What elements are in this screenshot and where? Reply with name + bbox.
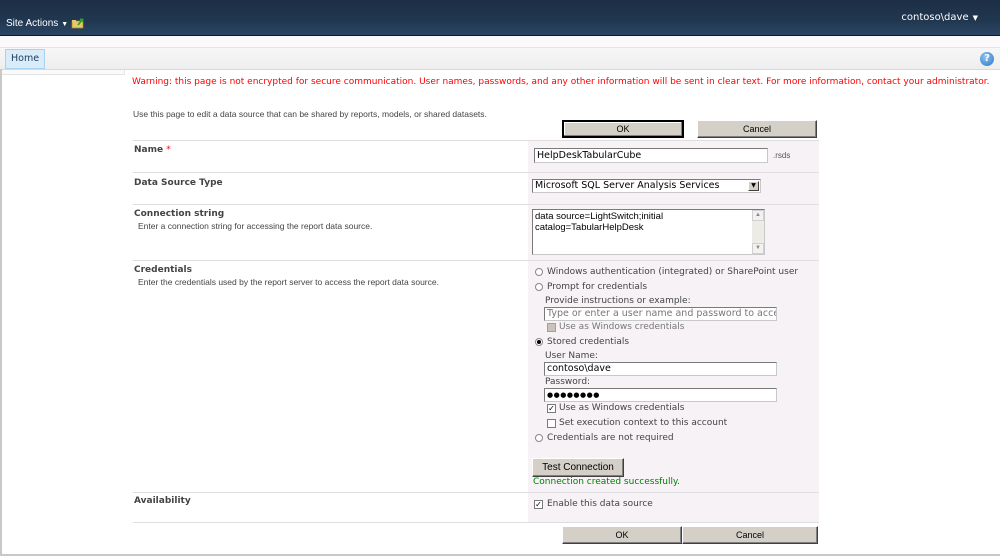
windows-auth-label: Windows authentication (integrated) or S…: [547, 267, 799, 277]
chevron-down-icon: ▼: [61, 21, 69, 28]
credentials-label: Credentials: [134, 265, 193, 275]
radio-prompt-credentials[interactable]: [535, 283, 543, 291]
data-source-type-label: Data Source Type: [134, 178, 223, 188]
site-actions-label: Site Actions: [6, 18, 59, 29]
cancel-button-bottom[interactable]: Cancel: [682, 526, 818, 544]
user-menu[interactable]: contoso\dave ▼: [901, 12, 978, 23]
prompt-instructions-label: Provide instructions or example:: [545, 296, 691, 306]
divider: [133, 492, 819, 493]
divider: [133, 522, 819, 523]
tab-home[interactable]: Home: [5, 49, 46, 69]
dropdown-arrow-icon[interactable]: ▼: [748, 181, 759, 191]
name-input[interactable]: HelpDeskTabularCube: [534, 148, 768, 163]
top-navigation-bar: Site Actions ▼ contoso\dave ▼: [0, 0, 1000, 36]
folder-up-icon[interactable]: [71, 17, 85, 29]
divider: [133, 140, 819, 141]
password-label: Password:: [545, 377, 591, 387]
data-source-type-value: Microsoft SQL Server Analysis Services: [535, 180, 720, 191]
enable-data-source-label: Enable this data source: [547, 499, 653, 509]
divider: [133, 260, 819, 261]
stored-credentials-label: Stored credentials: [547, 337, 630, 347]
prompt-use-windows-label: Use as Windows credentials: [559, 322, 685, 332]
chevron-down-icon: ▼: [972, 14, 978, 22]
ok-button-bottom[interactable]: OK: [562, 526, 682, 544]
password-input[interactable]: ●●●●●●●●: [544, 388, 777, 402]
ok-button-top[interactable]: OK: [562, 120, 684, 138]
name-label-text: Name: [134, 145, 164, 155]
page-description: Use this page to edit a data source that…: [133, 109, 487, 119]
stored-use-windows-label: Use as Windows credentials: [559, 403, 685, 413]
scroll-up-icon[interactable]: ▲: [752, 210, 764, 221]
connection-string-line: data source=LightSwitch;initial: [535, 211, 664, 222]
help-icon[interactable]: ?: [980, 52, 994, 66]
left-frame-border: [0, 69, 2, 556]
radio-no-credentials[interactable]: [535, 434, 543, 442]
username-input[interactable]: contoso\dave: [544, 362, 777, 376]
execution-context-checkbox[interactable]: [547, 419, 556, 428]
user-name: contoso\dave: [901, 12, 969, 23]
textarea-scrollbar[interactable]: ▲ ▼: [752, 210, 764, 254]
name-label: Name *: [134, 145, 171, 155]
prompt-instructions-input[interactable]: Type or enter a user name and password t…: [544, 307, 777, 321]
stored-use-windows-checkbox[interactable]: ✓: [547, 404, 556, 413]
divider: [133, 204, 819, 205]
name-extension: .rsds: [773, 151, 791, 160]
site-actions-menu[interactable]: Site Actions ▼: [6, 18, 68, 29]
credentials-description: Enter the credentials used by the report…: [138, 277, 439, 287]
security-warning: Warning: this page is not encrypted for …: [132, 77, 990, 87]
data-source-type-select[interactable]: Microsoft SQL Server Analysis Services ▼: [532, 179, 761, 193]
radio-stored-credentials[interactable]: [535, 338, 543, 346]
radio-windows-auth[interactable]: [535, 268, 543, 276]
connection-string-line: catalog=TabularHelpDesk: [535, 222, 644, 233]
divider: [133, 172, 819, 173]
test-connection-button[interactable]: Test Connection: [532, 458, 624, 477]
prompt-use-windows-checkbox[interactable]: [547, 323, 556, 332]
connection-string-description: Enter a connection string for accessing …: [138, 221, 373, 231]
connection-string-textarea[interactable]: data source=LightSwitch;initial catalog=…: [532, 209, 765, 255]
execution-context-label: Set execution context to this account: [559, 418, 728, 428]
left-nav-placeholder: [2, 70, 125, 75]
availability-label: Availability: [134, 496, 191, 506]
connection-string-label: Connection string: [134, 209, 225, 219]
prompt-credentials-label: Prompt for credentials: [547, 282, 648, 292]
scroll-down-icon[interactable]: ▼: [752, 243, 764, 254]
enable-data-source-checkbox[interactable]: ✓: [534, 500, 543, 509]
no-credentials-label: Credentials are not required: [547, 433, 674, 443]
cancel-button-top[interactable]: Cancel: [697, 120, 817, 138]
tab-bar: Home ?: [0, 48, 1000, 70]
required-marker: *: [166, 145, 171, 155]
ribbon-strip: [0, 36, 1000, 48]
username-label: User Name:: [545, 351, 598, 361]
test-connection-result: Connection created successfully.: [533, 477, 680, 487]
